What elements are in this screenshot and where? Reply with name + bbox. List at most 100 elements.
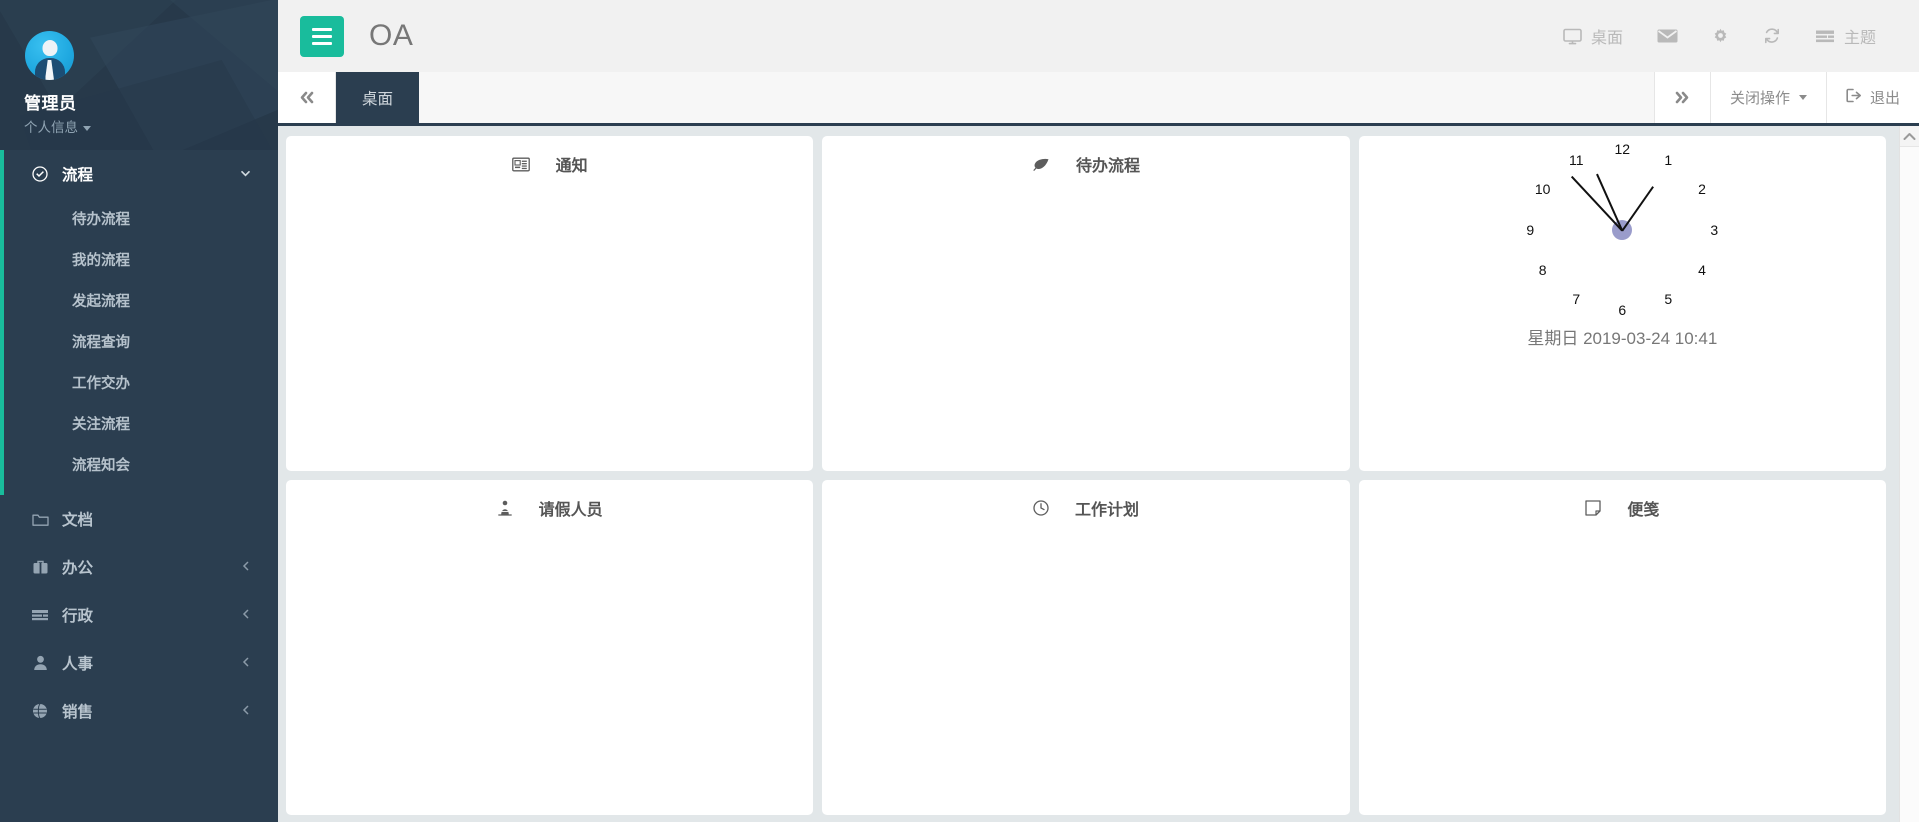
- sidebar-item-xiaoshou[interactable]: 销售: [0, 687, 278, 735]
- user-avatar-icon[interactable]: [25, 31, 74, 80]
- tab-label: 桌面: [362, 90, 394, 108]
- panel-body: [1359, 536, 1886, 815]
- page-title: OA: [369, 19, 414, 52]
- tab-bar: 桌面 关闭操作 退出: [278, 72, 1919, 126]
- top-header-actions: 桌面 主题: [1546, 24, 1893, 48]
- newspaper-icon: [511, 157, 530, 172]
- panel-title: 工作计划: [1074, 502, 1139, 519]
- sidebar-nav: 流程 待办流程 我的流程 发起流程 流程查询 工作交办 关注流程 流程知会 文档…: [0, 150, 278, 735]
- chevron-left-icon: [240, 656, 252, 670]
- double-chevron-right-icon[interactable]: [1653, 72, 1710, 123]
- close-actions-dropdown[interactable]: 关闭操作: [1709, 72, 1826, 123]
- panel-body: 1 2 3 4 5 6 7 8 9 10 11 12 星期日 2019-03-24 10:41: [1359, 136, 1886, 471]
- sidebar-item-zhihui[interactable]: 流程知会: [4, 444, 278, 485]
- panel-leave-personnel: 请假人员: [286, 480, 814, 815]
- chevron-up-icon[interactable]: [1900, 126, 1919, 146]
- tab-bar-actions: 关闭操作 退出: [1653, 72, 1919, 123]
- panel-header: 请假人员: [286, 480, 813, 536]
- chevron-left-icon: [240, 560, 252, 574]
- panel-header: 通知: [286, 136, 813, 192]
- analog-clock: 1 2 3 4 5 6 7 8 9 10 11 12: [1507, 142, 1737, 317]
- sidebar-item-label: 关注流程: [72, 417, 130, 433]
- chevron-down-icon: [239, 167, 252, 182]
- panel-title: 便笺: [1627, 502, 1660, 519]
- sidebar-item-label: 人事: [62, 656, 94, 673]
- header-action-refresh[interactable]: [1746, 27, 1798, 45]
- sidebar-item-daiban[interactable]: 待办流程: [4, 198, 278, 239]
- clock-second-hand: [1571, 175, 1623, 231]
- check-circle-icon: [30, 166, 50, 182]
- clock-widget: 1 2 3 4 5 6 7 8 9 10 11 12 星期日 2019-03-24 10:41: [1359, 136, 1886, 471]
- panel-work-plan: 工作计划: [822, 480, 1350, 815]
- header-action-desktop[interactable]: 桌面: [1546, 24, 1640, 48]
- vertical-scrollbar[interactable]: [1899, 126, 1919, 822]
- sidebar-item-label: 文档: [62, 512, 94, 529]
- panel-header: 便笺: [1359, 480, 1886, 536]
- header-action-label: 主题: [1843, 30, 1876, 47]
- sidebar-item-chaxun[interactable]: 流程查询: [4, 321, 278, 362]
- close-actions-label: 关闭操作: [1729, 90, 1790, 107]
- scrollbar-track[interactable]: [1900, 146, 1919, 822]
- sidebar-group-header-liucheng[interactable]: 流程: [4, 150, 278, 198]
- main-area: OA 桌面 主题 桌面 关闭操作 退出 通知 待办流程 1 2 3 4 5 6 …: [278, 0, 1919, 822]
- user-name: 管理员: [24, 94, 77, 113]
- sidebar-item-bangong[interactable]: 办公: [0, 543, 278, 591]
- chevron-down-icon: [1798, 95, 1807, 100]
- sidebar-item-wendang[interactable]: 文档: [0, 495, 278, 543]
- monitor-icon: [1563, 28, 1582, 45]
- chevron-left-icon: [240, 608, 252, 622]
- clock-numeral: 2: [1698, 181, 1706, 198]
- sidebar-item-jiaoban[interactable]: 工作交办: [4, 362, 278, 403]
- tab-desktop[interactable]: 桌面: [336, 72, 420, 123]
- theme-list-icon: [1815, 29, 1835, 44]
- panel-body: [822, 536, 1349, 815]
- globe-icon: [30, 703, 50, 719]
- clock-numeral: 12: [1614, 141, 1631, 157]
- hamburger-icon[interactable]: [300, 15, 344, 57]
- logout-button[interactable]: 退出: [1825, 72, 1919, 123]
- clock-numeral: 8: [1538, 261, 1547, 278]
- logout-label: 退出: [1869, 90, 1900, 107]
- header-action-label: 桌面: [1590, 30, 1623, 47]
- sidebar-item-label: 办公: [62, 560, 94, 577]
- clock-hour-hand: [1621, 185, 1654, 231]
- panel-body: [286, 192, 813, 471]
- panel-grid: 通知 待办流程 1 2 3 4 5 6 7 8 9 10 11 12 星期日 2…: [286, 136, 1886, 815]
- sidebar-item-label: 发起流程: [72, 294, 130, 310]
- user-profile-link[interactable]: 个人信息: [24, 116, 91, 136]
- sidebar-item-label: 工作交办: [72, 376, 130, 392]
- panel-title: 待办流程: [1075, 158, 1140, 175]
- clock-minute-hand: [1596, 173, 1624, 231]
- folder-icon: [30, 512, 50, 527]
- sidebar-item-label: 流程知会: [72, 458, 130, 474]
- clock-numeral: 4: [1698, 261, 1706, 278]
- sidebar-item-label: 流程查询: [72, 335, 130, 351]
- panel-body: [286, 536, 813, 815]
- app-root: 管理员 个人信息 流程 待办流程 我的流程 发起流程 流程查询 工作交办 关注流…: [0, 0, 1919, 822]
- sidebar-item-label: 我的流程: [72, 253, 130, 269]
- avatar-head: [42, 40, 57, 56]
- clock-datetime: 星期日 2019-03-24 10:41: [1527, 329, 1718, 348]
- header-action-theme[interactable]: 主题: [1798, 24, 1893, 48]
- sidebar: 管理员 个人信息 流程 待办流程 我的流程 发起流程 流程查询 工作交办 关注流…: [0, 0, 278, 822]
- leaf-icon: [1032, 157, 1050, 172]
- user-profile-label: 个人信息: [24, 120, 78, 135]
- sidebar-item-xingzheng[interactable]: 行政: [0, 591, 278, 639]
- sidebar-item-wode[interactable]: 我的流程: [4, 239, 278, 280]
- double-chevron-left-icon[interactable]: [278, 72, 336, 123]
- refresh-icon: [1763, 27, 1781, 45]
- panel-header: 工作计划: [822, 480, 1349, 536]
- clock-numeral: 3: [1710, 221, 1719, 238]
- sidebar-item-guanzhu[interactable]: 关注流程: [4, 403, 278, 444]
- sidebar-item-renshi[interactable]: 人事: [0, 639, 278, 687]
- header-action-mail[interactable]: [1640, 28, 1695, 44]
- sidebar-user-header: 管理员 个人信息: [0, 0, 278, 150]
- panel-notifications: 通知: [286, 136, 814, 471]
- clock-numeral: 1: [1664, 151, 1673, 168]
- top-header: OA 桌面 主题: [278, 0, 1919, 72]
- clock-numeral: 11: [1569, 151, 1584, 168]
- chevron-left-icon: [240, 704, 252, 718]
- header-action-settings[interactable]: [1695, 28, 1746, 45]
- sidebar-item-faqi[interactable]: 发起流程: [4, 280, 278, 321]
- sticky-note-icon: [1585, 500, 1601, 516]
